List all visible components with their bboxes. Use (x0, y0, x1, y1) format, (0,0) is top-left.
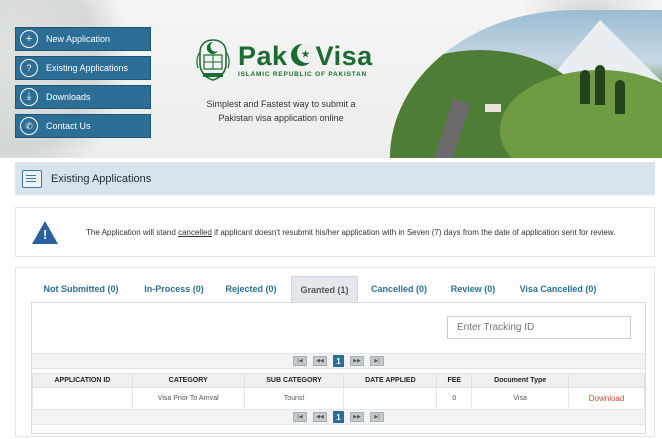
page-number-button[interactable]: 1 (333, 355, 344, 367)
cell-application-id (32, 387, 133, 410)
menu-new-application[interactable]: + New Application (15, 27, 151, 51)
menu-label: Contact Us (46, 121, 91, 131)
section-title: Existing Applications (51, 172, 152, 185)
menu-label: Existing Applications (46, 63, 129, 73)
page-number-button[interactable]: 1 (333, 411, 344, 423)
cell-sub-category: Tourist (243, 387, 345, 410)
menu-contact-us[interactable]: ✆ Contact Us (15, 114, 151, 138)
col-application-id: APPLICATION ID (32, 373, 133, 388)
cell-date-applied (343, 387, 438, 410)
section-header: Existing Applications (15, 162, 655, 195)
tab-granted[interactable]: Granted (1) (291, 276, 358, 302)
applications-panel: Not Submitted (0) In-Process (0) Rejecte… (15, 267, 655, 437)
prev-page-button[interactable]: ◀◀ (313, 412, 327, 422)
cancellation-notice: ! The Application will stand cancelled i… (15, 207, 655, 257)
prev-page-button[interactable]: ◀◀ (313, 356, 327, 366)
tab-in-process[interactable]: In-Process (0) (138, 276, 210, 302)
table-row: Visa Prior To Arrival Tourist 0 Visa Dow… (32, 387, 645, 410)
state-emblem-icon (196, 39, 230, 81)
col-action (568, 373, 645, 388)
last-page-button[interactable]: ▶| (370, 412, 384, 422)
granted-tab-content: |◀ ◀◀ 1 ▶▶ ▶| APPLICATION ID CATEGORY SU… (31, 302, 646, 434)
header-banner: + New Application ? Existing Application… (0, 0, 662, 158)
speech-bubble-icon: ? (20, 59, 38, 77)
tab-rejected[interactable]: Rejected (0) (220, 276, 282, 302)
download-link[interactable]: Download (568, 387, 645, 410)
pager-bottom: |◀ ◀◀ 1 ▶▶ ▶| (32, 409, 645, 425)
download-circle-icon: ⤓ (20, 88, 38, 106)
status-tabs: Not Submitted (0) In-Process (0) Rejecte… (16, 276, 656, 302)
menu-label: New Application (46, 34, 111, 44)
tab-review[interactable]: Review (0) (444, 276, 502, 302)
col-date-applied: DATE APPLIED (343, 373, 438, 388)
document-list-icon (22, 169, 42, 188)
menu-downloads[interactable]: ⤓ Downloads (15, 85, 151, 109)
cell-document-type: Visa (471, 387, 570, 410)
col-fee: FEE (436, 373, 473, 388)
warning-triangle-icon: ! (32, 220, 58, 244)
first-page-button[interactable]: |◀ (293, 412, 307, 422)
first-page-button[interactable]: |◀ (293, 356, 307, 366)
applications-table: APPLICATION ID CATEGORY SUB CATEGORY DAT… (32, 373, 645, 410)
brand-subtitle: ISLAMIC REPUBLIC OF PAKISTAN (238, 71, 368, 78)
phone-circle-icon: ✆ (20, 117, 38, 135)
pager-top: |◀ ◀◀ 1 ▶▶ ▶| (32, 353, 645, 369)
col-sub-category: SUB CATEGORY (243, 373, 345, 388)
last-page-button[interactable]: ▶| (370, 356, 384, 366)
tab-not-submitted[interactable]: Not Submitted (0) (31, 276, 131, 302)
next-page-button[interactable]: ▶▶ (350, 356, 364, 366)
notice-text: The Application will stand cancelled if … (86, 227, 616, 237)
landscape-image (390, 10, 662, 158)
next-page-button[interactable]: ▶▶ (350, 412, 364, 422)
pakvisa-logo: PakVisa ISLAMIC REPUBLIC OF PAKISTAN (194, 38, 373, 82)
brand-name: PakVisa (238, 40, 373, 70)
table-header-row: APPLICATION ID CATEGORY SUB CATEGORY DAT… (32, 373, 645, 388)
tracking-id-input[interactable] (447, 316, 631, 339)
col-category: CATEGORY (131, 373, 245, 388)
menu-existing-applications[interactable]: ? Existing Applications (15, 56, 151, 80)
plus-circle-icon: + (20, 30, 38, 48)
menu-label: Downloads (46, 92, 91, 102)
tab-cancelled[interactable]: Cancelled (0) (366, 276, 432, 302)
col-document-type: Document Type (471, 373, 570, 388)
cell-fee: 0 (436, 387, 473, 410)
cell-category: Visa Prior To Arrival (131, 387, 245, 410)
crescent-star-icon (290, 40, 317, 68)
tab-visa-cancelled[interactable]: Visa Cancelled (0) (513, 276, 603, 302)
page: + New Application ? Existing Application… (0, 0, 662, 439)
tagline: Simplest and Fastest way to submit a Pak… (206, 99, 356, 123)
